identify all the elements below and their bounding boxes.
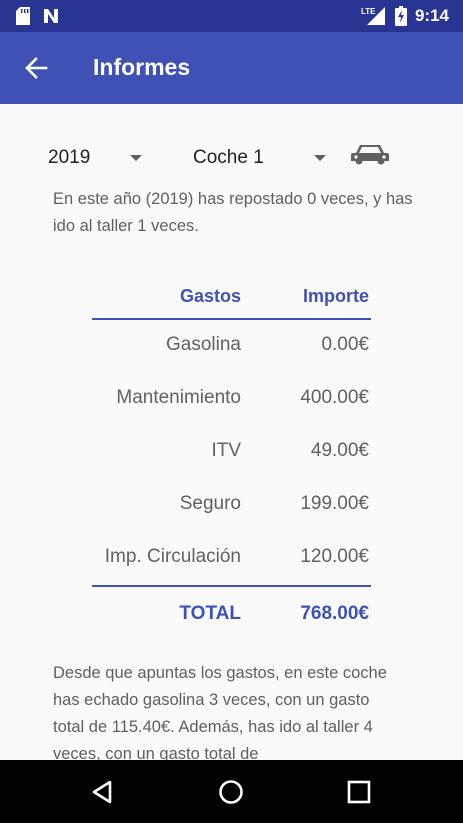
row-amount: 0.00€ (321, 334, 369, 355)
app-bar: Informes (0, 32, 463, 104)
nav-back-button[interactable] (89, 778, 117, 806)
header-concept: Gastos (179, 286, 241, 306)
navigation-bar (0, 760, 463, 823)
row-concept: Mantenimiento (116, 387, 241, 408)
table-header: Gastos Importe (92, 282, 371, 318)
nav-recents-button[interactable] (345, 778, 373, 806)
lte-signal-icon: LTE (361, 7, 385, 25)
arrow-back-icon (25, 57, 48, 79)
row-concept: Gasolina (166, 334, 241, 355)
table-row: Gasolina 0.00€ (92, 320, 371, 373)
summary-text: Desde que apuntas los gastos, en este co… (53, 664, 387, 760)
status-time: 9:14 (414, 6, 449, 25)
total-label: TOTAL (179, 603, 241, 624)
car-dropdown-value: Coche 1 (193, 147, 264, 168)
row-amount: 199.00€ (300, 493, 369, 514)
row-amount: 49.00€ (310, 440, 369, 461)
table-row: Seguro 199.00€ (92, 479, 371, 532)
intro-text: En este año (2019) has repostado 0 veces… (53, 190, 413, 235)
page-title: Informes (93, 54, 191, 80)
back-button[interactable] (18, 50, 54, 86)
nav-recents-icon (347, 780, 371, 804)
report-content[interactable]: 2019 Coche 1 En este año (2019) has repo… (0, 104, 463, 760)
svg-text:LTE: LTE (361, 7, 376, 16)
car-dropdown[interactable]: Coche 1 (193, 144, 333, 172)
notification-n-icon (44, 9, 58, 23)
dropdown-arrow-icon (130, 155, 142, 161)
table-total-row: TOTAL 768.00€ (92, 587, 371, 640)
row-concept: Seguro (179, 493, 241, 514)
expenses-table: Gastos Importe Gasolina 0.00€ Mantenimie… (92, 282, 371, 640)
battery-charging-icon (394, 6, 407, 26)
year-dropdown[interactable]: 2019 (48, 144, 148, 172)
row-concept: Imp. Circulación (104, 546, 241, 567)
car-icon (351, 145, 389, 165)
table-row: ITV 49.00€ (92, 426, 371, 479)
table-row: Mantenimiento 400.00€ (92, 373, 371, 426)
year-dropdown-value: 2019 (48, 147, 91, 168)
total-amount: 768.00€ (300, 603, 369, 624)
nav-home-button[interactable] (217, 778, 245, 806)
nav-back-icon (92, 780, 112, 804)
header-amount: Importe (302, 286, 369, 306)
dropdown-arrow-icon (314, 155, 326, 161)
table-row: Imp. Circulación 120.00€ (92, 532, 371, 585)
sd-card-icon (16, 7, 30, 25)
row-amount: 120.00€ (300, 546, 369, 567)
row-concept: ITV (211, 440, 241, 461)
status-bar: LTE 9:14 (0, 0, 463, 32)
nav-home-icon (219, 780, 243, 804)
row-amount: 400.00€ (300, 387, 369, 408)
